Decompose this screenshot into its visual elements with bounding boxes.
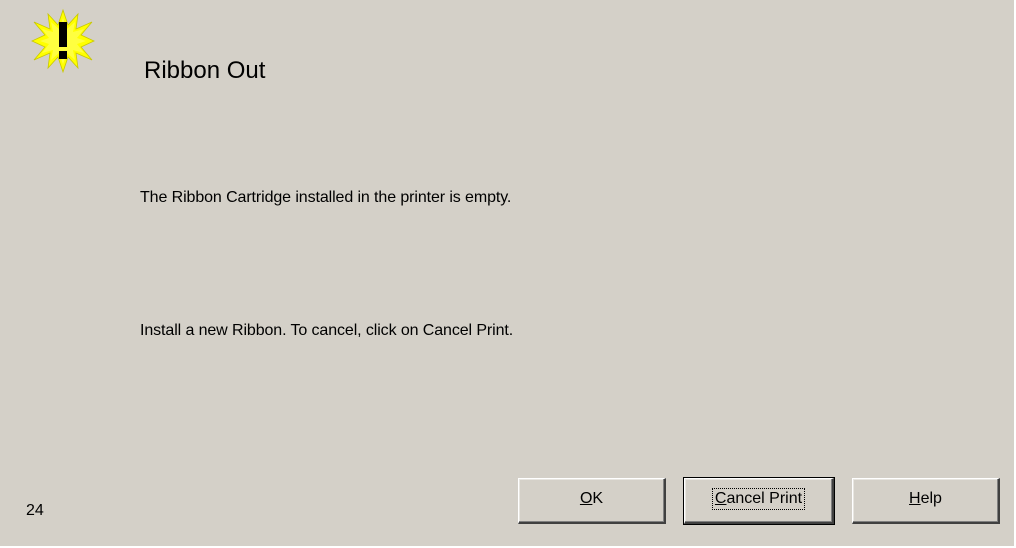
dialog-title: Ribbon Out	[144, 57, 266, 84]
instruction-message: Install a new Ribbon. To cancel, click o…	[140, 322, 514, 339]
cancel-print-mnemonic: C	[714, 489, 727, 507]
help-button[interactable]: Help	[852, 478, 1000, 524]
cancel-print-button-label: Cancel Print	[711, 487, 806, 510]
error-code: 24	[26, 502, 44, 519]
help-mnemonic: H	[909, 489, 921, 507]
ok-label-rest: K	[592, 489, 604, 507]
ok-mnemonic: O	[579, 489, 593, 507]
status-message: The Ribbon Cartridge installed in the pr…	[140, 189, 512, 206]
ok-button-label: OK	[580, 490, 603, 508]
cancel-print-label-rest: ancel Print	[726, 489, 803, 507]
ribbon-out-dialog: Ribbon Out The Ribbon Cartridge installe…	[0, 0, 1016, 548]
help-button-label: Help	[909, 490, 942, 508]
help-label-rest: elp	[920, 489, 942, 507]
cancel-print-button[interactable]: Cancel Print	[683, 477, 835, 525]
warning-exclamation-icon	[31, 8, 95, 74]
ok-button[interactable]: OK	[518, 478, 666, 524]
